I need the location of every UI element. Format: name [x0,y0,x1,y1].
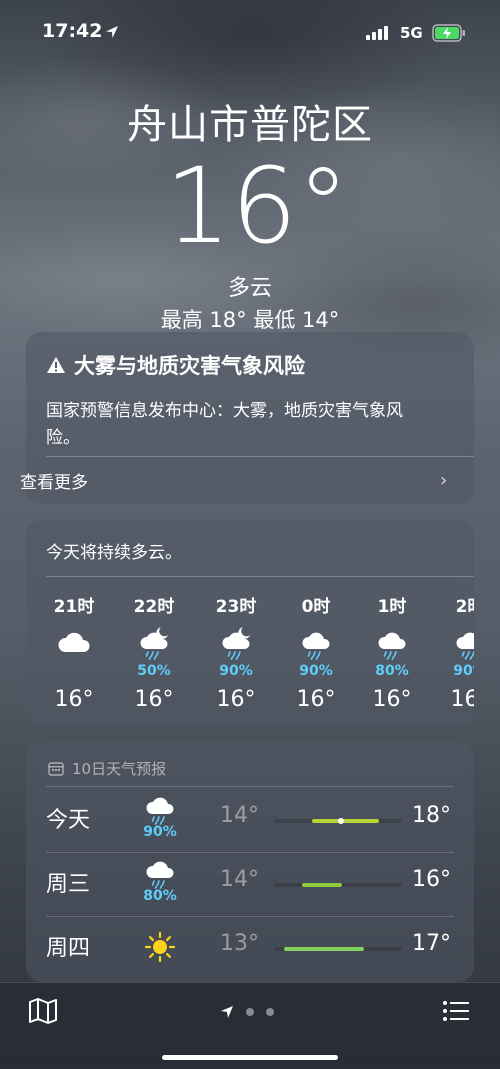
alert-title-text: 大雾与地质灾害气象风险 [74,354,305,378]
high-low-temperature: 最高 18° 最低 14° [160,308,340,332]
precip-chance: 90% [143,824,177,840]
battery-charging-icon [432,24,465,42]
precip-chance: 80% [143,888,177,904]
cloud-icon [44,623,104,663]
hour-item: 2时 90% 16° [440,592,474,712]
low-temperature: 13° [220,931,259,956]
hour-time: 2时 [455,597,474,617]
current-condition: 多云 [227,276,272,301]
current-location-icon [221,1006,233,1018]
rain-icon [286,623,346,663]
low-temperature: 14° [220,803,259,828]
location-arrow-icon [106,26,118,38]
temperature-range-track [274,947,402,951]
warning-icon [47,357,65,373]
high-temperature: 18° [412,803,451,828]
home-indicator [162,1055,338,1060]
hour-temperature: 16° [296,687,336,712]
hour-item: 1时 80% 16° [362,592,422,712]
temperature-range-bar [302,883,342,887]
calendar-icon [48,762,64,776]
weather-alert-card[interactable]: 大雾与地质灾害气象风险 国家预警信息发布中心：大雾，地质灾害气象风险。 [26,332,474,504]
hour-item: 21时 16° [44,592,104,712]
hourly-scroll[interactable]: 21时 16° 22时 50% 16° 23时 90% 16° 0时 90% 16° 1… [26,592,474,722]
ten-day-header: 10日天气预报 [48,758,166,779]
precip-chance: 80% [375,663,409,679]
hour-item: 23时 90% 16° [206,592,266,712]
current-temp-dot [337,818,344,824]
page-dot [266,1008,274,1016]
see-more-link[interactable]: 查看更多 [20,468,88,493]
chevron-right-icon[interactable]: › [440,470,447,491]
sun-icon [142,929,178,969]
page-dot [246,1008,254,1016]
moon-rain-icon [206,623,266,663]
current-temperature: 16° [164,145,350,267]
hour-time: 21时 [53,597,95,617]
hour-time: 22时 [133,597,175,617]
day-label: 今天 [46,808,91,833]
hourly-forecast-card[interactable]: 今天将持续多云。 21时 16° 22时 50% 16° 23时 90% 16° 0时… [26,520,474,726]
rain-icon [362,623,422,663]
low-temperature: 14° [220,867,259,892]
ten-day-forecast-card[interactable]: 10日天气预报 今天 90% 14° 18° 周三 80% 14° 16° 周四 1… [26,742,474,982]
alert-title: 大雾与地质灾害气象风险 [46,350,305,380]
divider [46,576,474,577]
precip-chance: 50% [137,663,171,679]
hour-temperature: 16° [216,687,256,712]
temperature-range-track [274,818,402,824]
day-label: 周三 [46,872,91,897]
hour-temperature: 16° [54,687,94,712]
hourly-summary: 今天将持续多云。 [46,543,182,563]
ten-day-title: 10日天气预报 [72,760,167,778]
high-temperature: 16° [412,867,451,892]
temperature-range-track [274,883,402,887]
rain-icon [440,623,474,663]
hour-temperature: 16° [450,687,475,712]
day-row[interactable]: 今天 90% 14° 18° [26,788,474,852]
hour-temperature: 16° [134,687,174,712]
moon-rain-icon [124,623,184,663]
divider [46,456,474,457]
day-row[interactable]: 周四 13° 17° [26,916,474,980]
hour-temperature: 16° [372,687,412,712]
hour-item: 0时 90% 16° [286,592,346,712]
map-icon[interactable] [28,997,58,1025]
precip-chance: 90% [453,663,474,679]
high-temperature: 17° [412,931,451,956]
divider [46,786,454,787]
location-name: 舟山市普陀区 [127,102,373,148]
temperature-range-bar [284,947,364,951]
hour-time: 23时 [215,597,257,617]
alert-body: 国家预警信息发布中心：大雾，地质灾害气象风险。 [46,401,403,448]
cellular-signal-icon [366,26,388,40]
temperature-range-bar [312,819,379,823]
status-time: 17:42 [42,20,103,42]
day-label: 周四 [46,936,91,961]
day-row[interactable]: 周三 80% 14° 16° [26,852,474,916]
precip-chance: 90% [299,663,333,679]
hour-time: 0时 [301,597,331,617]
page-indicator[interactable] [220,1005,274,1019]
hour-item: 22时 50% 16° [124,592,184,712]
hour-time: 1时 [377,597,407,617]
status-bar: 17:42 5G [0,0,500,64]
list-icon[interactable] [442,999,470,1023]
network-type: 5G [400,24,423,42]
precip-chance: 90% [219,663,253,679]
precip-chance [44,663,104,681]
